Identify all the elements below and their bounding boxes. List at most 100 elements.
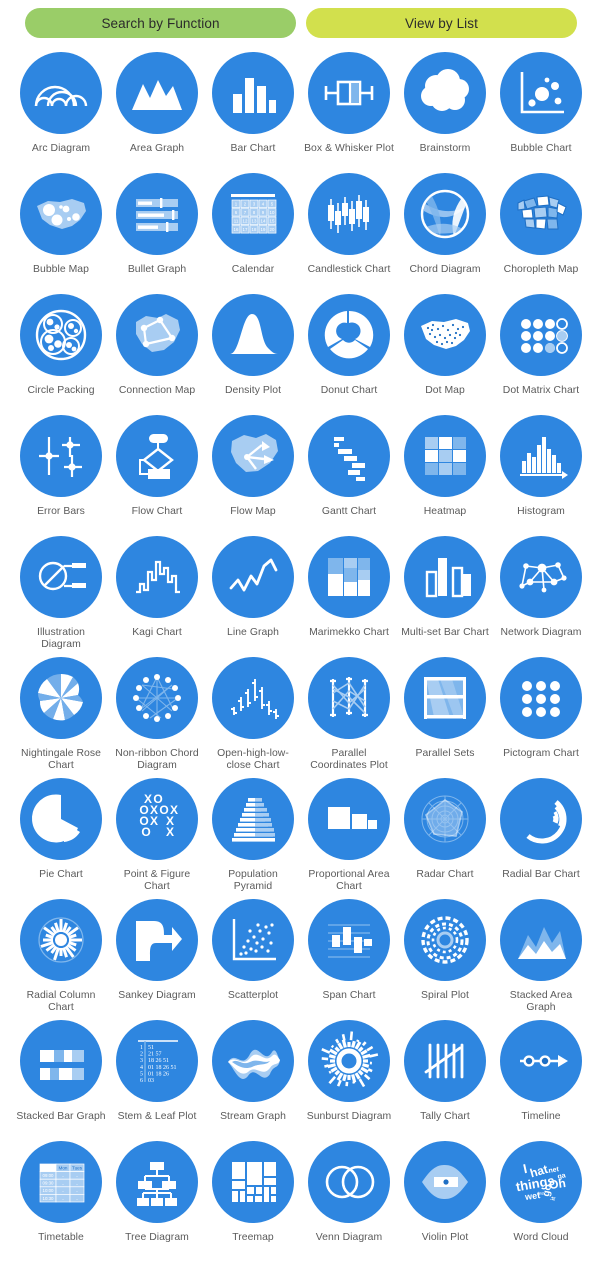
chart-type-item[interactable]: Radar Chart bbox=[397, 774, 493, 895]
chart-type-item[interactable]: Proportional Area Chart bbox=[301, 774, 397, 895]
chart-type-item[interactable]: Spiral Plot bbox=[397, 895, 493, 1016]
chart-type-item[interactable]: Span Chart bbox=[301, 895, 397, 1016]
spiral-plot-icon[interactable] bbox=[404, 899, 486, 981]
chart-type-item[interactable]: Violin Plot bbox=[397, 1137, 493, 1258]
bubble-chart-icon[interactable] bbox=[500, 52, 582, 134]
non-ribbon-chord-diagram-icon[interactable] bbox=[116, 657, 198, 739]
nightingale-rose-chart-icon[interactable] bbox=[20, 657, 102, 739]
chart-type-item[interactable]: Timeline bbox=[493, 1016, 589, 1137]
chord-diagram-icon[interactable] bbox=[404, 173, 486, 255]
chart-type-item[interactable]: Flow Chart bbox=[109, 411, 205, 532]
chart-type-item[interactable]: Arc Diagram bbox=[13, 48, 109, 169]
density-plot-icon[interactable] bbox=[212, 294, 294, 376]
pie-chart-icon[interactable] bbox=[20, 778, 102, 860]
chart-type-item[interactable]: Stacked Area Graph bbox=[493, 895, 589, 1016]
circle-packing-icon[interactable] bbox=[20, 294, 102, 376]
chart-type-item[interactable]: Area Graph bbox=[109, 48, 205, 169]
donut-chart-icon[interactable] bbox=[308, 294, 390, 376]
chart-type-item[interactable]: Error Bars bbox=[13, 411, 109, 532]
population-pyramid-icon[interactable] bbox=[212, 778, 294, 860]
calendar-icon[interactable]: 1 2 3 4 5 6 7 8 9 10 11 12 13 14 15 16 17 18 19 20 bbox=[212, 173, 294, 255]
tree-diagram-icon[interactable] bbox=[116, 1141, 198, 1223]
box-whisker-plot-icon[interactable] bbox=[308, 52, 390, 134]
chart-type-item[interactable]: Sunburst Diagram bbox=[301, 1016, 397, 1137]
dot-matrix-chart-icon[interactable] bbox=[500, 294, 582, 376]
radial-bar-chart-icon[interactable] bbox=[500, 778, 582, 860]
choropleth-map-icon[interactable] bbox=[500, 173, 582, 255]
proportional-area-chart-icon[interactable] bbox=[308, 778, 390, 860]
chart-type-item[interactable]: Illustration Diagram bbox=[13, 532, 109, 653]
chart-type-item[interactable]: Parallel Sets bbox=[397, 653, 493, 774]
chart-type-item[interactable]: Multi-set Bar Chart bbox=[397, 532, 493, 653]
chart-type-item[interactable]: Nightingale Rose Chart bbox=[13, 653, 109, 774]
point-figure-chart-icon[interactable]: XOOXOXOXXOX bbox=[116, 778, 198, 860]
chart-type-item[interactable]: Donut Chart bbox=[301, 290, 397, 411]
chart-type-item[interactable]: Ihat net ga things Oh go the wet it Word Cloud bbox=[493, 1137, 589, 1258]
stacked-area-graph-icon[interactable] bbox=[500, 899, 582, 981]
bar-chart-icon[interactable] bbox=[212, 52, 294, 134]
chart-type-item[interactable]: Network Diagram bbox=[493, 532, 589, 653]
violin-plot-icon[interactable] bbox=[404, 1141, 486, 1223]
stacked-bar-graph-icon[interactable] bbox=[20, 1020, 102, 1102]
chart-type-item[interactable]: Tree Diagram bbox=[109, 1137, 205, 1258]
candlestick-chart-icon[interactable] bbox=[308, 173, 390, 255]
chart-type-item[interactable]: Dot Map bbox=[397, 290, 493, 411]
chart-type-item[interactable]: Pictogram Chart bbox=[493, 653, 589, 774]
chart-type-item[interactable]: Tally Chart bbox=[397, 1016, 493, 1137]
parallel-coordinates-plot-icon[interactable] bbox=[308, 657, 390, 739]
treemap-icon[interactable] bbox=[212, 1141, 294, 1223]
timetable-icon[interactable]: Mon Tues 09:00.... 09:30.... 10:00.... 10:30.… bbox=[20, 1141, 102, 1223]
chart-type-item[interactable]: 1 51 2 21 57 3 18 26 51 4 01 18 26 51 5 01 18 26 6… bbox=[109, 1016, 205, 1137]
network-diagram-icon[interactable] bbox=[500, 536, 582, 618]
error-bars-icon[interactable] bbox=[20, 415, 102, 497]
chart-type-item[interactable]: Dot Matrix Chart bbox=[493, 290, 589, 411]
chart-type-item[interactable]: Choropleth Map bbox=[493, 169, 589, 290]
chart-type-item[interactable]: Non-ribbon Chord Diagram bbox=[109, 653, 205, 774]
marimekko-chart-icon[interactable] bbox=[308, 536, 390, 618]
chart-type-item[interactable]: Stream Graph bbox=[205, 1016, 301, 1137]
chart-type-item[interactable]: Stacked Bar Graph bbox=[13, 1016, 109, 1137]
chart-type-item[interactable]: Heatmap bbox=[397, 411, 493, 532]
venn-diagram-icon[interactable] bbox=[308, 1141, 390, 1223]
tally-chart-icon[interactable] bbox=[404, 1020, 486, 1102]
chart-type-item[interactable]: Mon Tues 09:00.... 09:30.... 10:00.... 10:30.… bbox=[13, 1137, 109, 1258]
scatterplot-icon[interactable] bbox=[212, 899, 294, 981]
stem-leaf-plot-icon[interactable]: 1 51 2 21 57 3 18 26 51 4 01 18 26 51 5 01 18 26 6… bbox=[116, 1020, 198, 1102]
chart-type-item[interactable]: Histogram bbox=[493, 411, 589, 532]
chart-type-item[interactable]: Flow Map bbox=[205, 411, 301, 532]
chart-type-item[interactable]: Box & Whisker Plot bbox=[301, 48, 397, 169]
flow-map-icon[interactable] bbox=[212, 415, 294, 497]
chart-type-item[interactable]: Bubble Map bbox=[13, 169, 109, 290]
multi-set-bar-chart-icon[interactable] bbox=[404, 536, 486, 618]
heatmap-icon[interactable] bbox=[404, 415, 486, 497]
chart-type-item[interactable]: Line Graph bbox=[205, 532, 301, 653]
chart-type-item[interactable]: Pie Chart bbox=[13, 774, 109, 895]
sunburst-diagram-icon[interactable] bbox=[308, 1020, 390, 1102]
connection-map-icon[interactable] bbox=[116, 294, 198, 376]
area-graph-icon[interactable] bbox=[116, 52, 198, 134]
chart-type-item[interactable]: Parallel Coordinates Plot bbox=[301, 653, 397, 774]
kagi-chart-icon[interactable] bbox=[116, 536, 198, 618]
chart-type-item[interactable]: Kagi Chart bbox=[109, 532, 205, 653]
parallel-sets-icon[interactable] bbox=[404, 657, 486, 739]
chart-type-item[interactable]: Bar Chart bbox=[205, 48, 301, 169]
chart-type-item[interactable]: X O O X O X O X X O X Point & Figure Chart bbox=[109, 774, 205, 895]
chart-type-item[interactable]: Candlestick Chart bbox=[301, 169, 397, 290]
span-chart-icon[interactable] bbox=[308, 899, 390, 981]
chart-type-item[interactable]: Gantt Chart bbox=[301, 411, 397, 532]
brainstorm-icon[interactable] bbox=[404, 52, 486, 134]
search-by-function-button[interactable]: Search by Function bbox=[25, 8, 296, 38]
chart-type-item[interactable]: Scatterplot bbox=[205, 895, 301, 1016]
chart-type-item[interactable]: Chord Diagram bbox=[397, 169, 493, 290]
stream-graph-icon[interactable] bbox=[212, 1020, 294, 1102]
dot-map-icon[interactable] bbox=[404, 294, 486, 376]
flow-chart-icon[interactable] bbox=[116, 415, 198, 497]
timeline-icon[interactable] bbox=[500, 1020, 582, 1102]
chart-type-item[interactable]: Brainstorm bbox=[397, 48, 493, 169]
chart-type-item[interactable]: Open-high-low-close Chart bbox=[205, 653, 301, 774]
bullet-graph-icon[interactable] bbox=[116, 173, 198, 255]
chart-type-item[interactable]: Density Plot bbox=[205, 290, 301, 411]
chart-type-item[interactable]: Bullet Graph bbox=[109, 169, 205, 290]
chart-type-item[interactable]: Connection Map bbox=[109, 290, 205, 411]
bubble-map-icon[interactable] bbox=[20, 173, 102, 255]
